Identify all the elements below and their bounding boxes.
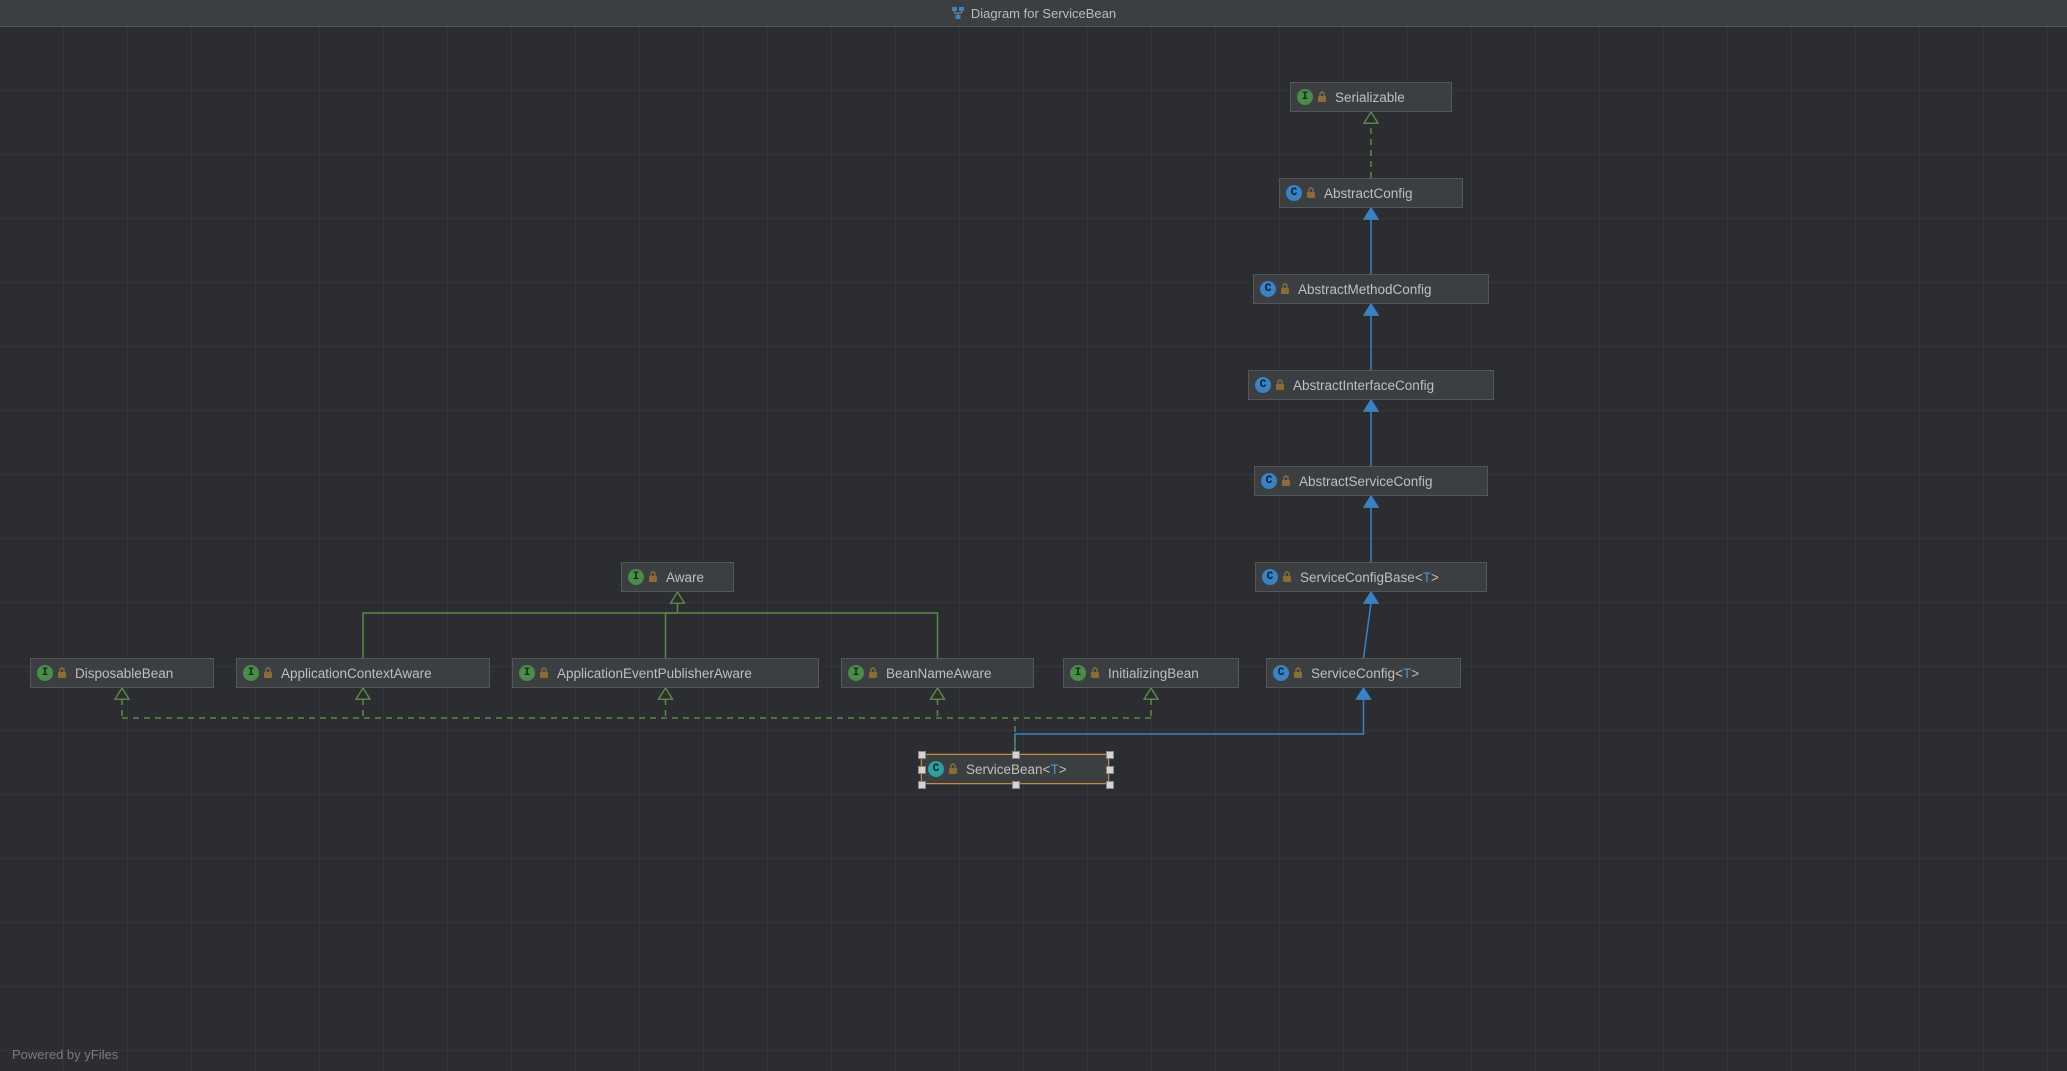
node-serviceBean[interactable]: C ServiceBean<T> [921, 754, 1109, 784]
selection-handle[interactable] [1012, 781, 1020, 789]
node-label: ServiceBean<T> [966, 762, 1067, 777]
node-label: InitializingBean [1108, 666, 1199, 681]
selection-handle[interactable] [1106, 751, 1114, 759]
class-icon: C [1262, 569, 1278, 585]
lock-icon [263, 667, 273, 679]
node-initializingBean[interactable]: I InitializingBean [1063, 658, 1239, 688]
node-label: Serializable [1335, 90, 1405, 105]
node-label: Aware [666, 570, 704, 585]
node-label: ServiceConfig<T> [1311, 666, 1419, 681]
node-label: AbstractServiceConfig [1299, 474, 1433, 489]
interface-icon: I [1297, 89, 1313, 105]
lock-icon [1306, 187, 1316, 199]
page-title: Diagram for ServiceBean [971, 6, 1116, 21]
interface-icon: I [1070, 665, 1086, 681]
lock-icon [868, 667, 878, 679]
lock-icon [1275, 379, 1285, 391]
selection-handle[interactable] [918, 751, 926, 759]
class-icon: C [1286, 185, 1302, 201]
node-serviceConfig[interactable]: C ServiceConfig<T> [1266, 658, 1461, 688]
diagram-icon [951, 6, 965, 20]
selection-handle[interactable] [918, 766, 926, 774]
node-aware[interactable]: I Aware [621, 562, 734, 592]
class-icon: C [1260, 281, 1276, 297]
lock-icon [57, 667, 67, 679]
node-disposableBean[interactable]: I DisposableBean [30, 658, 214, 688]
node-beanNameAware[interactable]: I BeanNameAware [841, 658, 1034, 688]
lock-icon [1293, 667, 1303, 679]
node-abstractInterfaceConfig[interactable]: C AbstractInterfaceConfig [1248, 370, 1494, 400]
interface-icon: I [628, 569, 644, 585]
node-applicationContextAware[interactable]: I ApplicationContextAware [236, 658, 490, 688]
title-bar: Diagram for ServiceBean [0, 0, 2067, 27]
lock-icon [948, 763, 958, 775]
node-label: AbstractInterfaceConfig [1293, 378, 1434, 393]
interface-icon: I [848, 665, 864, 681]
lock-icon [539, 667, 549, 679]
selection-handle[interactable] [1106, 781, 1114, 789]
node-serviceConfigBase[interactable]: C ServiceConfigBase<T> [1255, 562, 1487, 592]
interface-icon: I [519, 665, 535, 681]
interface-icon: I [37, 665, 53, 681]
lock-icon [1280, 283, 1290, 295]
node-label: ApplicationEventPublisherAware [557, 666, 752, 681]
lock-icon [1317, 91, 1327, 103]
diagram-canvas[interactable]: Powered by yFiles I Serializable C Abstract… [0, 27, 2067, 1071]
node-abstractConfig[interactable]: C AbstractConfig [1279, 178, 1463, 208]
class-icon: C [1255, 377, 1271, 393]
class-icon: C [928, 761, 944, 777]
class-icon: C [1261, 473, 1277, 489]
node-label: BeanNameAware [886, 666, 992, 681]
node-label: DisposableBean [75, 666, 173, 681]
selection-handle[interactable] [918, 781, 926, 789]
selection-handle[interactable] [1012, 751, 1020, 759]
node-label: ServiceConfigBase<T> [1300, 570, 1439, 585]
interface-icon: I [243, 665, 259, 681]
powered-by-label: Powered by yFiles [12, 1047, 118, 1062]
edges-layer [0, 27, 2067, 1071]
lock-icon [1281, 475, 1291, 487]
node-abstractMethodConfig[interactable]: C AbstractMethodConfig [1253, 274, 1489, 304]
lock-icon [1090, 667, 1100, 679]
selection-handle[interactable] [1106, 766, 1114, 774]
lock-icon [648, 571, 658, 583]
node-label: ApplicationContextAware [281, 666, 432, 681]
node-applicationEventPublisherAware[interactable]: I ApplicationEventPublisherAware [512, 658, 819, 688]
node-abstractServiceConfig[interactable]: C AbstractServiceConfig [1254, 466, 1488, 496]
class-icon: C [1273, 665, 1289, 681]
node-serializable[interactable]: I Serializable [1290, 82, 1452, 112]
node-label: AbstractMethodConfig [1298, 282, 1432, 297]
lock-icon [1282, 571, 1292, 583]
node-label: AbstractConfig [1324, 186, 1413, 201]
